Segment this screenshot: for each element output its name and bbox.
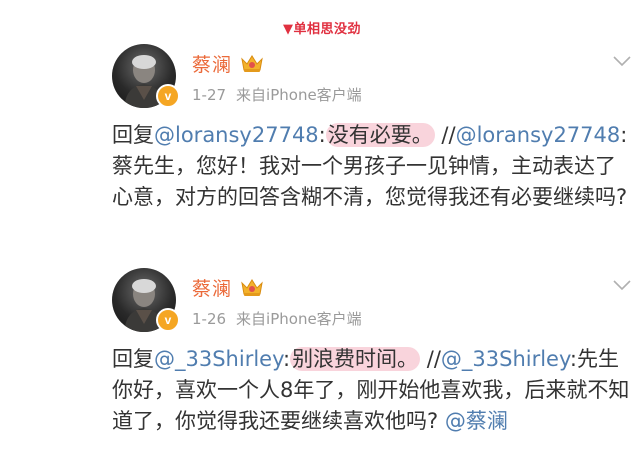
post-body: 回复@_33Shirley:别浪费时间。 //@_33Shirley:先生你好，… xyxy=(112,344,636,437)
crown-icon xyxy=(241,279,263,296)
author-name[interactable]: 蔡澜 xyxy=(192,274,232,301)
quoted-text: 蔡先生，您好！我对一个男孩子一见钟情，主动表达了心意，对方的回答含糊不清，您觉得… xyxy=(112,154,628,209)
reply-text: 没有必要。 xyxy=(325,123,435,147)
post-date: 1-26 xyxy=(192,310,227,328)
avatar[interactable]: v xyxy=(112,268,180,332)
verified-badge-icon: v xyxy=(156,84,180,108)
colon: : xyxy=(318,123,326,147)
trailing-mention-link[interactable]: @蔡澜 xyxy=(445,409,508,433)
reply-prefix: 回复 xyxy=(112,123,154,147)
avatar[interactable]: v xyxy=(112,44,180,108)
quoted-user-link[interactable]: @loransy27748 xyxy=(456,123,621,147)
author-name[interactable]: 蔡澜 xyxy=(192,50,232,77)
colon: : xyxy=(282,347,291,371)
screenshot: ▼单相思没劲 v 蔡澜 1-27 来自iPhone客户端 回复@loransy2… xyxy=(0,0,644,452)
quoted-user-link[interactable]: @_33Shirley xyxy=(441,347,570,371)
post-meta: 1-27 来自iPhone客户端 xyxy=(192,84,362,105)
author-row: 蔡澜 xyxy=(192,50,264,76)
post-date: 1-27 xyxy=(192,86,227,104)
repost-separator: // xyxy=(434,123,456,147)
colon: : xyxy=(569,347,577,371)
crown-icon xyxy=(241,55,263,72)
post-meta: 1-26 来自iPhone客户端 xyxy=(192,308,362,329)
chevron-down-icon[interactable] xyxy=(612,278,632,292)
reply-text: 别浪费时间。 xyxy=(290,347,421,371)
post-source: 来自iPhone客户端 xyxy=(236,86,362,104)
post-source: 来自iPhone客户端 xyxy=(236,310,362,328)
chevron-down-icon[interactable] xyxy=(612,54,632,68)
author-row: 蔡澜 xyxy=(192,274,264,300)
post-body: 回复@loransy27748:没有必要。 //@loransy27748:蔡先… xyxy=(112,120,636,213)
reply-prefix: 回复 xyxy=(112,347,154,371)
verified-badge-icon: v xyxy=(156,308,180,332)
colon: : xyxy=(620,123,628,147)
mention-link[interactable]: @loransy27748 xyxy=(154,123,319,147)
mention-link[interactable]: @_33Shirley xyxy=(154,347,283,371)
repost-separator: // xyxy=(420,347,441,371)
caption: ▼单相思没劲 xyxy=(283,22,361,37)
